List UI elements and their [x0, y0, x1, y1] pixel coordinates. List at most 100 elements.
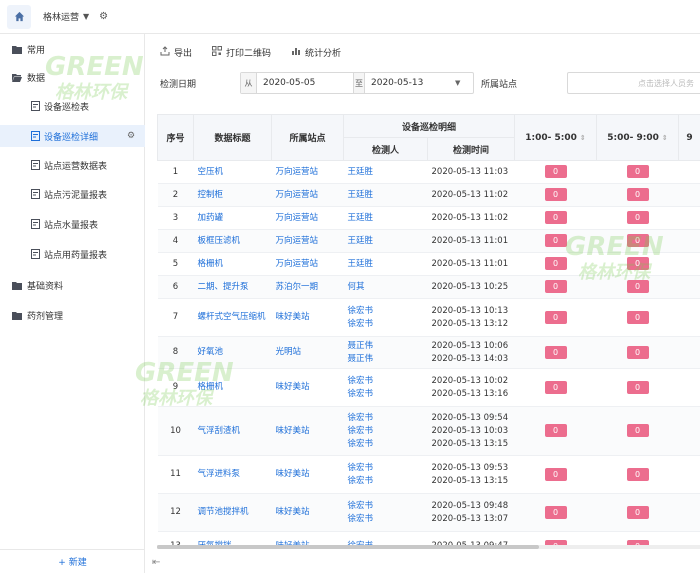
- date-range-picker[interactable]: 从 2020-05-05 至 2020-05-13 ▼: [240, 72, 474, 94]
- date-to-input[interactable]: 2020-05-13: [365, 78, 451, 88]
- inspector-name[interactable]: 王廷胜: [348, 235, 428, 248]
- row-title-link[interactable]: 好氧池: [193, 336, 272, 369]
- count-badge[interactable]: 0: [626, 424, 649, 437]
- inspector-name[interactable]: 徐宏书: [348, 475, 428, 488]
- row-title-link[interactable]: 格栅机: [193, 252, 272, 276]
- inspector-name[interactable]: 聂正伟: [348, 353, 428, 366]
- station-selector[interactable]: 点击选择人员务: [567, 72, 700, 94]
- count-badge[interactable]: 0: [544, 310, 567, 324]
- count-badge[interactable]: 0: [626, 211, 649, 224]
- count-badge[interactable]: 0: [626, 257, 649, 270]
- table-row[interactable]: 8 好氧池 光明站 聂正伟 聂正伟 2020-05-13 10:06 2020-05-13 …: [157, 336, 700, 369]
- sidebar-item-sludge[interactable]: 站点污泥量报表: [0, 183, 145, 205]
- row-station-link[interactable]: 光明站: [271, 336, 344, 369]
- caret-down-icon[interactable]: ▼: [455, 79, 460, 87]
- inspector-name[interactable]: 徐宏书: [348, 388, 428, 401]
- sidebar-item-chemical[interactable]: 站点用药量报表: [0, 243, 145, 265]
- table-row[interactable]: 12 调节池搅拌机 味好美站 徐宏书 徐宏书 2020-05-13 09:48 2020-0…: [157, 493, 700, 532]
- inspector-name[interactable]: 徐宏书: [348, 513, 428, 526]
- row-station-link[interactable]: 万向运营站: [271, 252, 344, 276]
- row-station-link[interactable]: 味好美站: [271, 455, 344, 494]
- sidebar-item-inspection-detail[interactable]: 设备巡检详细 ⚙: [0, 125, 145, 147]
- count-badge[interactable]: 0: [544, 345, 567, 359]
- table-row[interactable]: 9 格栅机 味好美站 徐宏书 徐宏书 2020-05-13 10:02 2020-05-13…: [157, 368, 700, 407]
- row-station-link[interactable]: 万向运营站: [271, 160, 344, 184]
- column-header-1to5[interactable]: 1:00- 5:00 ⇕: [514, 114, 598, 161]
- count-badge[interactable]: 0: [544, 188, 567, 201]
- count-badge[interactable]: 0: [626, 280, 649, 293]
- row-title-link[interactable]: 气浮进料泵: [193, 455, 272, 494]
- inspector-name[interactable]: 王廷胜: [348, 166, 428, 179]
- count-badge[interactable]: 0: [626, 467, 649, 481]
- sidebar-item-station-ops[interactable]: 站点运营数据表: [0, 154, 145, 176]
- row-title-link[interactable]: 厌氧搅拌: [193, 531, 272, 546]
- gear-icon[interactable]: ⚙: [99, 11, 108, 22]
- row-station-link[interactable]: 味好美站: [271, 493, 344, 532]
- table-row[interactable]: 4 板框压滤机 万向运营站 王廷胜 2020-05-13 11:01 0 0: [157, 229, 700, 253]
- sidebar-item-water[interactable]: 站点水量报表: [0, 213, 145, 235]
- row-station-link[interactable]: 万向运营站: [271, 229, 344, 253]
- print-qr-button[interactable]: 打印二维码: [212, 45, 271, 59]
- stats-button[interactable]: 统计分析: [291, 46, 341, 59]
- sidebar-item-data[interactable]: 数据: [0, 66, 145, 88]
- row-station-link[interactable]: 味好美站: [271, 531, 344, 546]
- row-station-link[interactable]: 味好美站: [271, 368, 344, 407]
- column-header-5to9[interactable]: 5:00- 9:00 ⇕: [596, 114, 680, 161]
- export-button[interactable]: 导出: [160, 45, 192, 59]
- inspector-name[interactable]: 徐宏书: [348, 375, 428, 388]
- sort-icon[interactable]: ⇕: [662, 134, 668, 142]
- row-station-link[interactable]: 味好美站: [271, 298, 344, 337]
- table-row[interactable]: 13 厌氧搅拌 味好美站 徐宏书 2020-05-13 09:47 0 0: [157, 531, 700, 546]
- row-title-link[interactable]: 调节池搅拌机: [193, 493, 272, 532]
- inspector-name[interactable]: 王廷胜: [348, 258, 428, 271]
- org-selector[interactable]: 格林运营: [43, 10, 79, 23]
- home-icon[interactable]: [7, 4, 31, 29]
- table-row[interactable]: 3 加药罐 万向运营站 王廷胜 2020-05-13 11:02 0 0: [157, 206, 700, 230]
- inspector-name[interactable]: 徐宏书: [348, 412, 428, 425]
- count-badge[interactable]: 0: [544, 467, 567, 481]
- inspector-name[interactable]: 徐宏书: [348, 425, 428, 438]
- table-row[interactable]: 1 空压机 万向运营站 王廷胜 2020-05-13 11:03 0 0: [157, 160, 700, 184]
- row-station-link[interactable]: 万向运营站: [271, 183, 344, 207]
- table-row[interactable]: 2 控制柜 万向运营站 王廷胜 2020-05-13 11:02 0 0: [157, 183, 700, 207]
- row-title-link[interactable]: 格栅机: [193, 368, 272, 407]
- table-row[interactable]: 11 气浮进料泵 味好美站 徐宏书 徐宏书 2020-05-13 09:53 2020-05…: [157, 455, 700, 494]
- count-badge[interactable]: 0: [544, 211, 567, 224]
- inspector-name[interactable]: 徐宏书: [348, 318, 428, 331]
- collapse-sidebar-icon[interactable]: ⇤: [152, 557, 160, 568]
- inspector-name[interactable]: 聂正伟: [348, 340, 428, 353]
- row-title-link[interactable]: 螺杆式空气压缩机: [193, 298, 272, 337]
- inspector-name[interactable]: 徐宏书: [348, 500, 428, 513]
- inspector-name[interactable]: 王廷胜: [348, 212, 428, 225]
- inspector-name[interactable]: 王廷胜: [348, 189, 428, 202]
- count-badge[interactable]: 0: [544, 280, 567, 293]
- row-station-link[interactable]: 味好美站: [271, 406, 344, 456]
- count-badge[interactable]: 0: [626, 165, 649, 178]
- row-title-link[interactable]: 空压机: [193, 160, 272, 184]
- column-header-9[interactable]: 9: [678, 114, 700, 161]
- sort-icon[interactable]: ⇕: [580, 134, 586, 142]
- sidebar-item-agent-mgmt[interactable]: 药剂管理: [0, 304, 145, 326]
- count-badge[interactable]: 0: [626, 505, 649, 519]
- date-from-input[interactable]: 2020-05-05: [257, 78, 353, 88]
- count-badge[interactable]: 0: [544, 165, 567, 178]
- count-badge[interactable]: 0: [626, 345, 649, 359]
- row-title-link[interactable]: 加药罐: [193, 206, 272, 230]
- row-station-link[interactable]: 万向运营站: [271, 206, 344, 230]
- row-title-link[interactable]: 板框压滤机: [193, 229, 272, 253]
- sidebar-item-inspection-table[interactable]: 设备巡检表: [0, 95, 145, 117]
- inspector-name[interactable]: 徐宏书: [348, 462, 428, 475]
- row-station-link[interactable]: 苏泊尔一期: [271, 275, 344, 299]
- count-badge[interactable]: 0: [544, 234, 567, 247]
- gear-icon[interactable]: ⚙: [127, 131, 135, 141]
- table-row[interactable]: 6 二期、提升泵 苏泊尔一期 何其 2020-05-13 10:25 0 0: [157, 275, 700, 299]
- count-badge[interactable]: 0: [626, 310, 649, 324]
- count-badge[interactable]: 0: [626, 380, 649, 394]
- table-row[interactable]: 5 格栅机 万向运营站 王廷胜 2020-05-13 11:01 0 0: [157, 252, 700, 276]
- inspector-name[interactable]: 徐宏书: [348, 305, 428, 318]
- inspector-name[interactable]: 徐宏书: [348, 438, 428, 451]
- count-badge[interactable]: 0: [544, 380, 567, 394]
- count-badge[interactable]: 0: [626, 234, 649, 247]
- new-button[interactable]: + 新建: [0, 549, 145, 573]
- row-title-link[interactable]: 二期、提升泵: [193, 275, 272, 299]
